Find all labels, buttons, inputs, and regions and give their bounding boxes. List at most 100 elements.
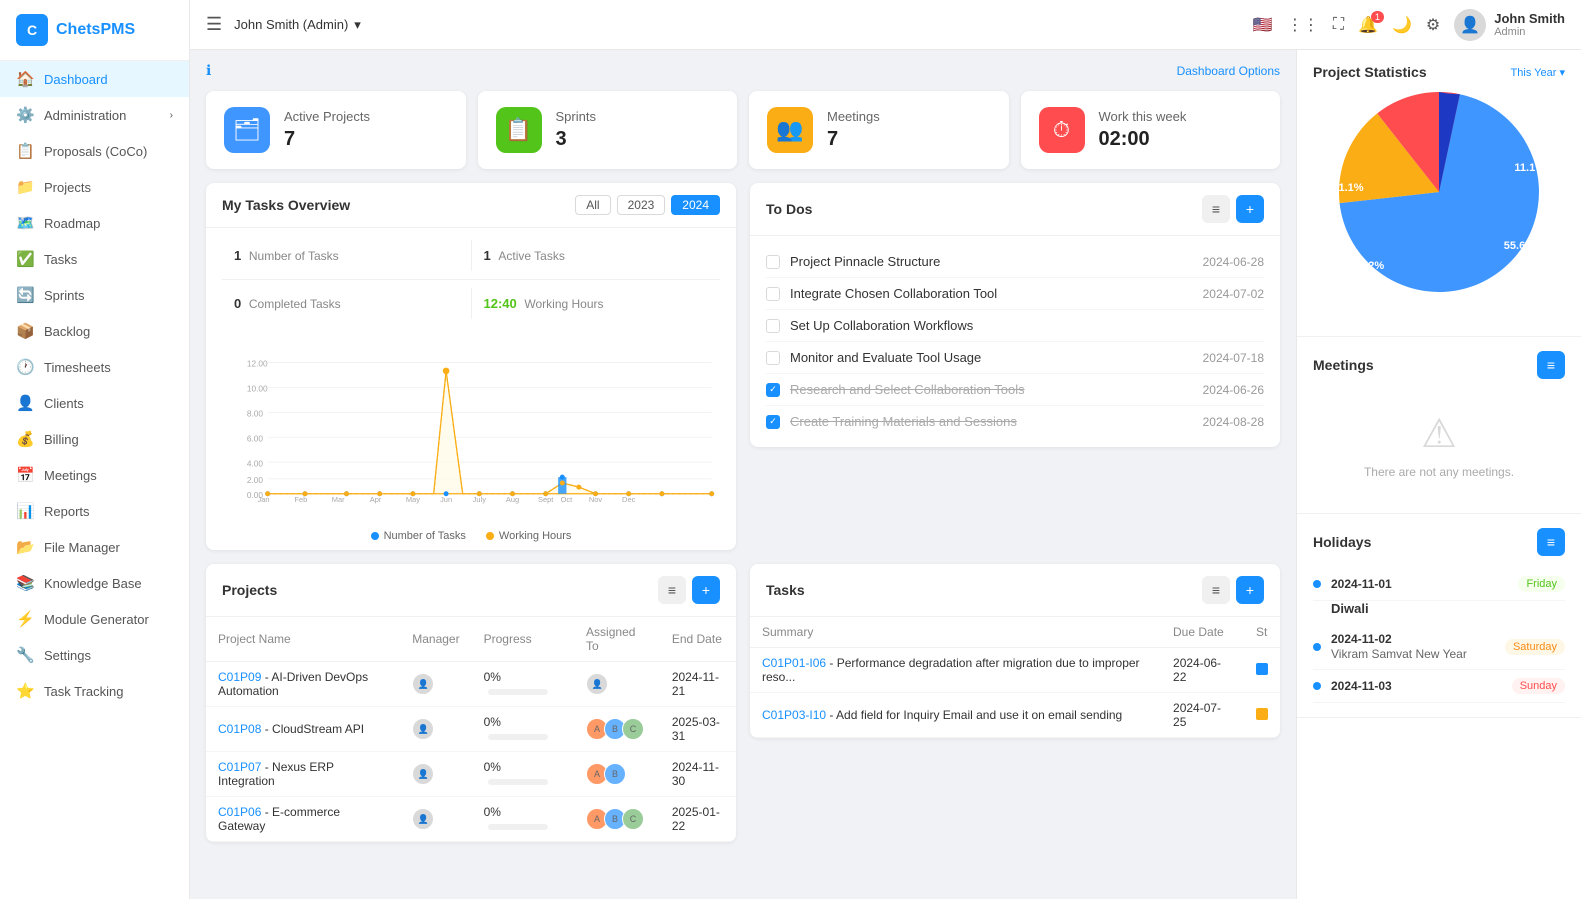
projects-col-assigned-to: Assigned To <box>574 617 660 662</box>
task-link[interactable]: C01P03-I10 <box>762 708 826 722</box>
tasks-list-button[interactable]: ≡ <box>1202 576 1230 604</box>
sidebar-item-tasks[interactable]: ✅ Tasks <box>0 241 189 277</box>
tasks-table-wrap: SummaryDue DateSt C01P01-I06 - Performan… <box>750 617 1280 738</box>
sidebar-item-settings[interactable]: 🔧 Settings <box>0 637 189 673</box>
sidebar-item-knowledge-base[interactable]: 📚 Knowledge Base <box>0 565 189 601</box>
theme-icon[interactable]: 🌙 <box>1392 15 1412 35</box>
sidebar-item-task-tracking[interactable]: ⭐ Task Tracking <box>0 673 189 709</box>
todo-checkbox[interactable] <box>766 319 780 333</box>
proposals-icon: 📋 <box>16 142 34 160</box>
topbar: ☰ John Smith (Admin) ▾ 🇺🇸 ⋮⋮ ⛶ 🔔 1 🌙 ⚙ 👤… <box>190 0 1581 50</box>
sidebar-item-label-roadmap: Roadmap <box>44 216 100 231</box>
todo-checkbox[interactable]: ✓ <box>766 383 780 397</box>
holiday-day-badge: Friday <box>1518 576 1565 592</box>
projects-list-button[interactable]: ≡ <box>658 576 686 604</box>
sidebar-item-proposals[interactable]: 📋 Proposals (CoCo) <box>0 133 189 169</box>
todos-add-button[interactable]: + <box>1236 195 1264 223</box>
sidebar: C ChetsPMS 🏠 Dashboard ⚙️ Administration… <box>0 0 190 899</box>
clients-icon: 👤 <box>16 394 34 412</box>
stat-label: Sprints <box>556 109 596 124</box>
sidebar-item-projects[interactable]: 📁 Projects <box>0 169 189 205</box>
svg-text:Jan: Jan <box>257 495 269 504</box>
project-link[interactable]: C01P06 <box>218 805 261 819</box>
hamburger-button[interactable]: ☰ <box>206 14 222 35</box>
app-logo[interactable]: C ChetsPMS <box>0 0 189 61</box>
tasks-card: Tasks ≡ + SummaryDue DateSt <box>750 564 1280 842</box>
sidebar-item-timesheets[interactable]: 🕐 Timesheets <box>0 349 189 385</box>
svg-text:8.00: 8.00 <box>247 409 264 419</box>
projects-col-end-date: End Date <box>660 617 736 662</box>
stat-icon: ⏱ <box>1039 107 1085 153</box>
fullscreen-icon[interactable]: ⛶ <box>1333 16 1344 34</box>
sidebar-item-clients[interactable]: 👤 Clients <box>0 385 189 421</box>
project-link[interactable]: C01P08 <box>218 722 261 736</box>
user-profile[interactable]: 👤 John Smith Admin <box>1454 9 1565 41</box>
sidebar-item-meetings[interactable]: 📅 Meetings <box>0 457 189 493</box>
holidays-more-button[interactable]: ≡ <box>1537 528 1565 556</box>
tasks-tab-2024[interactable]: 2024 <box>671 195 720 215</box>
task-status-cell <box>1244 648 1280 693</box>
project-link[interactable]: C01P07 <box>218 760 261 774</box>
sidebar-item-reports[interactable]: 📊 Reports <box>0 493 189 529</box>
flag-icon[interactable]: 🇺🇸 <box>1253 15 1273 35</box>
svg-text:May: May <box>406 495 420 504</box>
grid-icon[interactable]: ⋮⋮ <box>1287 15 1319 35</box>
sidebar-item-roadmap[interactable]: 🗺️ Roadmap <box>0 205 189 241</box>
svg-text:Aug: Aug <box>506 495 519 504</box>
sidebar-item-label-dashboard: Dashboard <box>44 72 108 87</box>
task-link[interactable]: C01P01-I06 <box>762 656 826 670</box>
tasks-tab-all[interactable]: All <box>575 195 610 215</box>
projects-col-manager: Manager <box>400 617 471 662</box>
working-hours-stat: 12:40 Working Hours <box>472 288 721 319</box>
task-summary-cell: C01P01-I06 - Performance degradation aft… <box>750 648 1161 693</box>
holiday-dot <box>1313 682 1321 690</box>
sidebar-item-dashboard[interactable]: 🏠 Dashboard <box>0 61 189 97</box>
project-statistics-period[interactable]: This Year ▾ <box>1511 66 1565 79</box>
todo-text: Create Training Materials and Sessions <box>790 414 1193 429</box>
todo-checkbox[interactable]: ✓ <box>766 415 780 429</box>
topbar-user-dropdown[interactable]: John Smith (Admin) ▾ <box>234 17 361 33</box>
legend-tasks: Number of Tasks <box>371 530 466 542</box>
projects-table: Project NameManagerProgressAssigned ToEn… <box>206 617 736 842</box>
todo-item: Project Pinnacle Structure 2024-06-28 <box>766 246 1264 278</box>
sidebar-item-backlog[interactable]: 📦 Backlog <box>0 313 189 349</box>
sidebar-item-administration[interactable]: ⚙️ Administration › <box>0 97 189 133</box>
project-link[interactable]: C01P09 <box>218 670 261 684</box>
sidebar-item-module-generator[interactable]: ⚡ Module Generator <box>0 601 189 637</box>
holiday-item: 2024-11-02 Vikram Samvat New Year Saturd… <box>1313 624 1565 670</box>
sidebar-item-label-tasks: Tasks <box>44 252 77 267</box>
project-assigned-cell: ABC <box>574 707 660 752</box>
sidebar-item-label-projects: Projects <box>44 180 91 195</box>
right-panel: Project Statistics This Year ▾ <box>1296 50 1581 899</box>
todo-checkbox[interactable] <box>766 287 780 301</box>
warning-icon: ⚠ <box>1421 411 1457 457</box>
tasks-tab-2023[interactable]: 2023 <box>617 195 666 215</box>
meetings-add-button[interactable]: ≡ <box>1537 351 1565 379</box>
sidebar-item-label-module-generator: Module Generator <box>44 612 149 627</box>
tasks-col-due-date: Due Date <box>1161 617 1244 648</box>
todos-list-button[interactable]: ≡ <box>1202 195 1230 223</box>
tasks-icon: ✅ <box>16 250 34 268</box>
task-status-cell <box>1244 693 1280 738</box>
sidebar-item-file-manager[interactable]: 📂 File Manager <box>0 529 189 565</box>
projects-col-project-name: Project Name <box>206 617 400 662</box>
todo-checkbox[interactable] <box>766 351 780 365</box>
todo-date: 2024-07-18 <box>1203 351 1264 365</box>
todo-checkbox[interactable] <box>766 255 780 269</box>
sidebar-item-billing[interactable]: 💰 Billing <box>0 421 189 457</box>
sidebar-item-sprints[interactable]: 🔄 Sprints <box>0 277 189 313</box>
todos-card-inner: To Dos ≡ + Project Pinnacle Structure 20… <box>750 183 1280 447</box>
holiday-row: 2024-11-01 Friday <box>1313 568 1565 601</box>
holiday-day-badge: Sunday <box>1512 678 1565 694</box>
tasks-add-button[interactable]: + <box>1236 576 1264 604</box>
task-duedate-cell: 2024-06-22 <box>1161 648 1244 693</box>
todo-date: 2024-06-28 <box>1203 255 1264 269</box>
settings-icon[interactable]: ⚙ <box>1426 15 1440 35</box>
svg-text:Nov: Nov <box>589 495 603 504</box>
dashboard-options-button[interactable]: Dashboard Options <box>1177 64 1280 78</box>
table-row: C01P08 - CloudStream API 👤 0% ABC 2025-0… <box>206 707 736 752</box>
projects-add-button[interactable]: + <box>692 576 720 604</box>
stat-value: 7 <box>827 128 880 151</box>
todo-text: Research and Select Collaboration Tools <box>790 382 1193 397</box>
notification-icon[interactable]: 🔔 1 <box>1358 15 1378 35</box>
